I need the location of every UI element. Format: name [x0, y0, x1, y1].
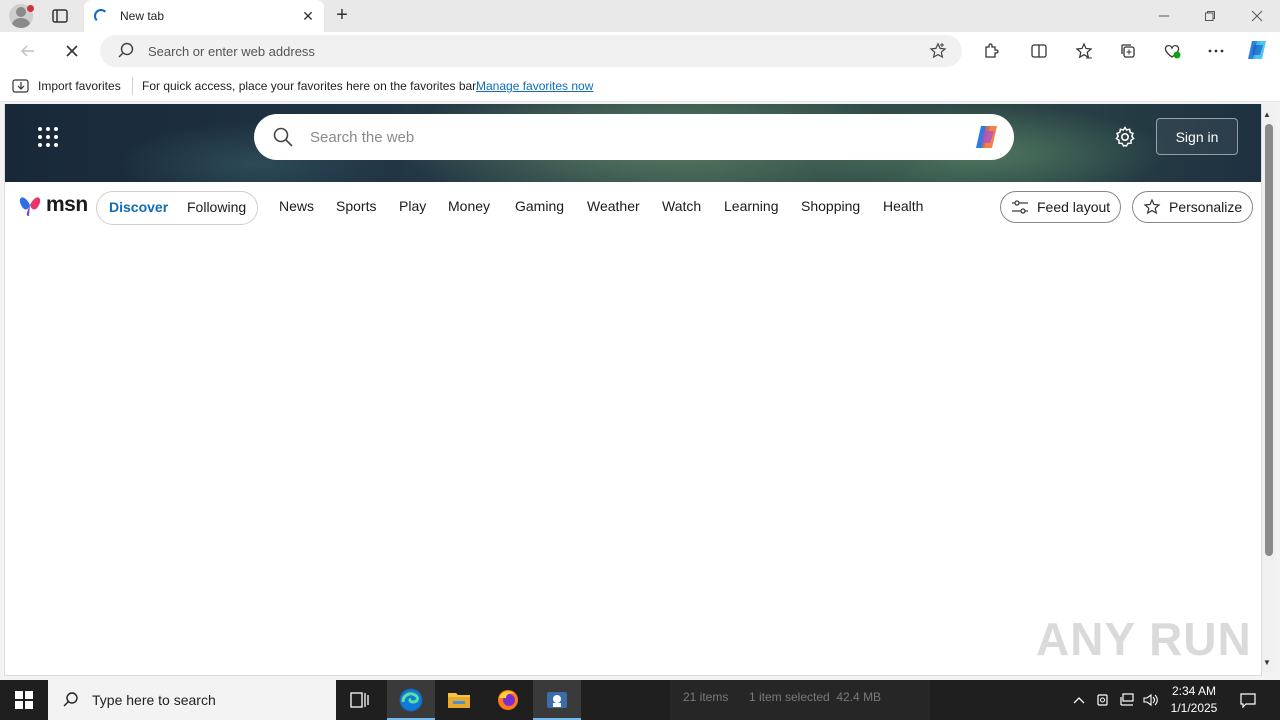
- action-center-icon[interactable]: [1234, 680, 1262, 720]
- import-favorites-label: Import favorites: [38, 79, 121, 93]
- favorites-bar: Import favorites For quick access, place…: [0, 70, 1280, 102]
- msn-butterfly-icon: [19, 197, 41, 216]
- watermark-logo: ANY RUN: [1036, 613, 1252, 665]
- restore-button[interactable]: [1187, 0, 1233, 32]
- firefox-taskbar-icon[interactable]: [484, 680, 532, 720]
- tab-new-tab[interactable]: New tab ✕: [84, 0, 324, 32]
- search-icon: [116, 41, 136, 61]
- selection-info: 1 item selected 42.4 MB: [749, 690, 882, 704]
- collections-icon[interactable]: [1114, 37, 1142, 65]
- more-options-icon[interactable]: [1202, 37, 1230, 65]
- msn-logo-text: msn: [46, 193, 88, 216]
- msn-header-banner: Sign in: [5, 104, 1261, 182]
- search-icon: [272, 126, 294, 148]
- category-sports[interactable]: Sports: [336, 198, 376, 214]
- add-favorite-star-icon[interactable]: [926, 39, 950, 63]
- split-screen-icon[interactable]: [1025, 37, 1053, 65]
- copilot-icon[interactable]: [1243, 36, 1271, 64]
- web-search-box[interactable]: [254, 114, 1014, 160]
- loading-spinner-icon: [94, 9, 108, 23]
- volume-icon[interactable]: [1140, 680, 1162, 720]
- show-hidden-icons-chevron-icon[interactable]: [1068, 680, 1090, 720]
- category-learning[interactable]: Learning: [724, 198, 779, 214]
- category-shopping[interactable]: Shopping: [801, 198, 860, 214]
- feed-layout-button[interactable]: Feed layout: [1000, 191, 1122, 223]
- file-explorer-taskbar-icon[interactable]: [435, 680, 483, 720]
- app-launcher-icon[interactable]: [38, 127, 58, 147]
- sign-in-button[interactable]: Sign in: [1156, 118, 1238, 155]
- clock-date: 1/1/2025: [1170, 701, 1218, 715]
- tab-discover[interactable]: Discover: [109, 199, 168, 215]
- profile-notification-dot: [27, 5, 34, 12]
- category-gaming[interactable]: Gaming: [515, 198, 564, 214]
- page-content: Sign in msn Discover Following News Spor…: [4, 104, 1262, 676]
- edge-browser-taskbar-icon[interactable]: [387, 680, 435, 720]
- navigation-toolbar: [0, 32, 1280, 70]
- copilot-search-icon[interactable]: [972, 123, 1002, 151]
- settings-gear-icon[interactable]: [1113, 125, 1137, 149]
- system-clock[interactable]: 2:34 AM 1/1/2025: [1160, 683, 1228, 717]
- scrollbar-thumb[interactable]: [1265, 124, 1273, 556]
- category-money[interactable]: Money: [448, 198, 490, 214]
- web-search-input[interactable]: [310, 127, 910, 147]
- msn-logo[interactable]: msn: [17, 193, 88, 217]
- meet-now-icon[interactable]: [1092, 680, 1114, 720]
- personalize-icon: [1143, 199, 1161, 215]
- category-watch[interactable]: Watch: [662, 198, 701, 214]
- back-arrow-icon[interactable]: [14, 37, 42, 65]
- tab-title: New tab: [120, 9, 165, 23]
- tab-close-icon[interactable]: ✕: [298, 6, 318, 26]
- clock-time: 2:34 AM: [1171, 684, 1217, 698]
- items-count: 21 items: [683, 690, 729, 704]
- sliders-icon: [1012, 200, 1028, 214]
- search-icon: [63, 692, 78, 707]
- minimize-button[interactable]: [1141, 0, 1187, 32]
- manage-favorites-link[interactable]: Manage favorites now: [476, 79, 593, 93]
- app-taskbar-icon[interactable]: [533, 680, 581, 720]
- address-input[interactable]: [148, 41, 908, 61]
- category-weather[interactable]: Weather: [587, 198, 640, 214]
- scroll-up-arrow-icon[interactable]: ▲: [1263, 110, 1271, 119]
- divider: [132, 77, 133, 95]
- network-icon[interactable]: [1116, 680, 1138, 720]
- tab-actions-icon[interactable]: [50, 6, 70, 26]
- taskbar-search-box[interactable]: Type here to search: [48, 680, 336, 720]
- feed-layout-label: Feed layout: [1037, 199, 1111, 215]
- personalize-button[interactable]: Personalize: [1132, 191, 1254, 223]
- background-explorer-status: 21 items 1 item selected 42.4 MB: [670, 680, 930, 720]
- close-window-button[interactable]: [1234, 0, 1280, 32]
- windows-start-icon[interactable]: [0, 680, 48, 720]
- tab-following[interactable]: Following: [187, 199, 246, 215]
- task-view-icon[interactable]: [336, 680, 384, 720]
- title-bar: New tab ✕ +: [0, 0, 1280, 32]
- address-bar[interactable]: [100, 35, 962, 67]
- favorites-bar-message: For quick access, place your favorites h…: [142, 79, 479, 93]
- extensions-icon[interactable]: [977, 37, 1005, 65]
- stop-loading-icon[interactable]: [58, 37, 86, 65]
- category-news[interactable]: News: [279, 198, 314, 214]
- scroll-down-arrow-icon[interactable]: ▼: [1263, 658, 1271, 667]
- category-play[interactable]: Play: [399, 198, 426, 214]
- taskbar: Type here to search 21 items 1 item sele…: [0, 680, 1280, 720]
- category-health[interactable]: Health: [883, 198, 923, 214]
- import-favorites-icon: [12, 79, 29, 93]
- new-tab-button[interactable]: +: [330, 4, 354, 28]
- personalize-label: Personalize: [1169, 199, 1243, 215]
- feed-type-toggle: Discover Following: [96, 191, 258, 225]
- browser-essentials-icon[interactable]: [1158, 37, 1186, 65]
- import-favorites-button[interactable]: Import favorites: [12, 78, 121, 94]
- favorites-icon[interactable]: [1070, 37, 1098, 65]
- taskbar-search-placeholder: Type here to search: [92, 692, 216, 708]
- msn-nav-strip: msn Discover Following News Sports Play …: [5, 182, 1261, 232]
